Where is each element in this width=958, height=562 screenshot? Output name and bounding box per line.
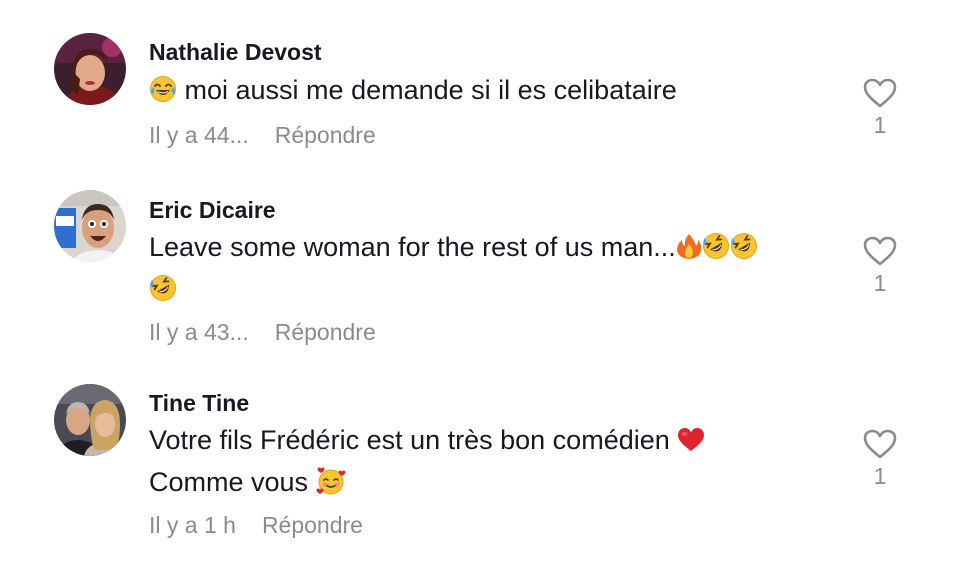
tears-of-joy-emoji [149, 75, 177, 113]
comment-timestamp: Il y a 44... [149, 122, 249, 148]
reply-button[interactable]: Répondre [275, 122, 376, 148]
comment-text-content: Votre fils Frédéric est un très bon comé… [149, 425, 670, 455]
like-control[interactable]: 1 [856, 78, 904, 139]
heart-outline-icon[interactable] [863, 236, 897, 266]
comment-text-content: moi aussi me demande si il es celibatair… [184, 75, 677, 105]
smiling-face-with-hearts-emoji [316, 467, 346, 505]
heart-outline-icon[interactable] [863, 429, 897, 459]
comment-username[interactable]: Tine Tine [149, 390, 249, 417]
like-control[interactable]: 1 [856, 236, 904, 297]
rolling-on-floor-laughing-emoji [702, 232, 730, 270]
fire-emoji [676, 232, 702, 270]
comment-username[interactable]: Nathalie Devost [149, 39, 322, 66]
reply-button[interactable]: Répondre [262, 512, 363, 538]
avatar[interactable] [54, 384, 126, 456]
like-count: 1 [873, 270, 887, 296]
rolling-on-floor-laughing-emoji [730, 232, 758, 270]
comment-meta: Il y a 44... Répondre [149, 122, 376, 149]
comment-username[interactable]: Eric Dicaire [149, 197, 276, 224]
comment-text: Votre fils Frédéric est un très bon comé… [149, 421, 829, 505]
comment-timestamp: Il y a 1 h [149, 512, 236, 538]
comment-meta: Il y a 43... Répondre [149, 319, 376, 346]
reply-button[interactable]: Répondre [275, 319, 376, 345]
avatar[interactable] [54, 33, 126, 105]
comment-text-content: Leave some woman for the rest of us man.… [149, 232, 676, 262]
comment-text-content: Comme vous [149, 467, 309, 497]
comment-text: Leave some woman for the rest of us man.… [149, 228, 829, 312]
avatar[interactable] [54, 190, 126, 262]
like-control[interactable]: 1 [856, 429, 904, 490]
comment-text: moi aussi me demande si il es celibatair… [149, 71, 829, 113]
heart-outline-icon[interactable] [863, 78, 897, 108]
like-count: 1 [873, 463, 887, 489]
rolling-on-floor-laughing-emoji [149, 274, 177, 312]
comment-timestamp: Il y a 43... [149, 319, 249, 345]
like-count: 1 [873, 112, 887, 138]
comment-meta: Il y a 1 h Répondre [149, 512, 363, 539]
red-heart-emoji [677, 425, 705, 463]
